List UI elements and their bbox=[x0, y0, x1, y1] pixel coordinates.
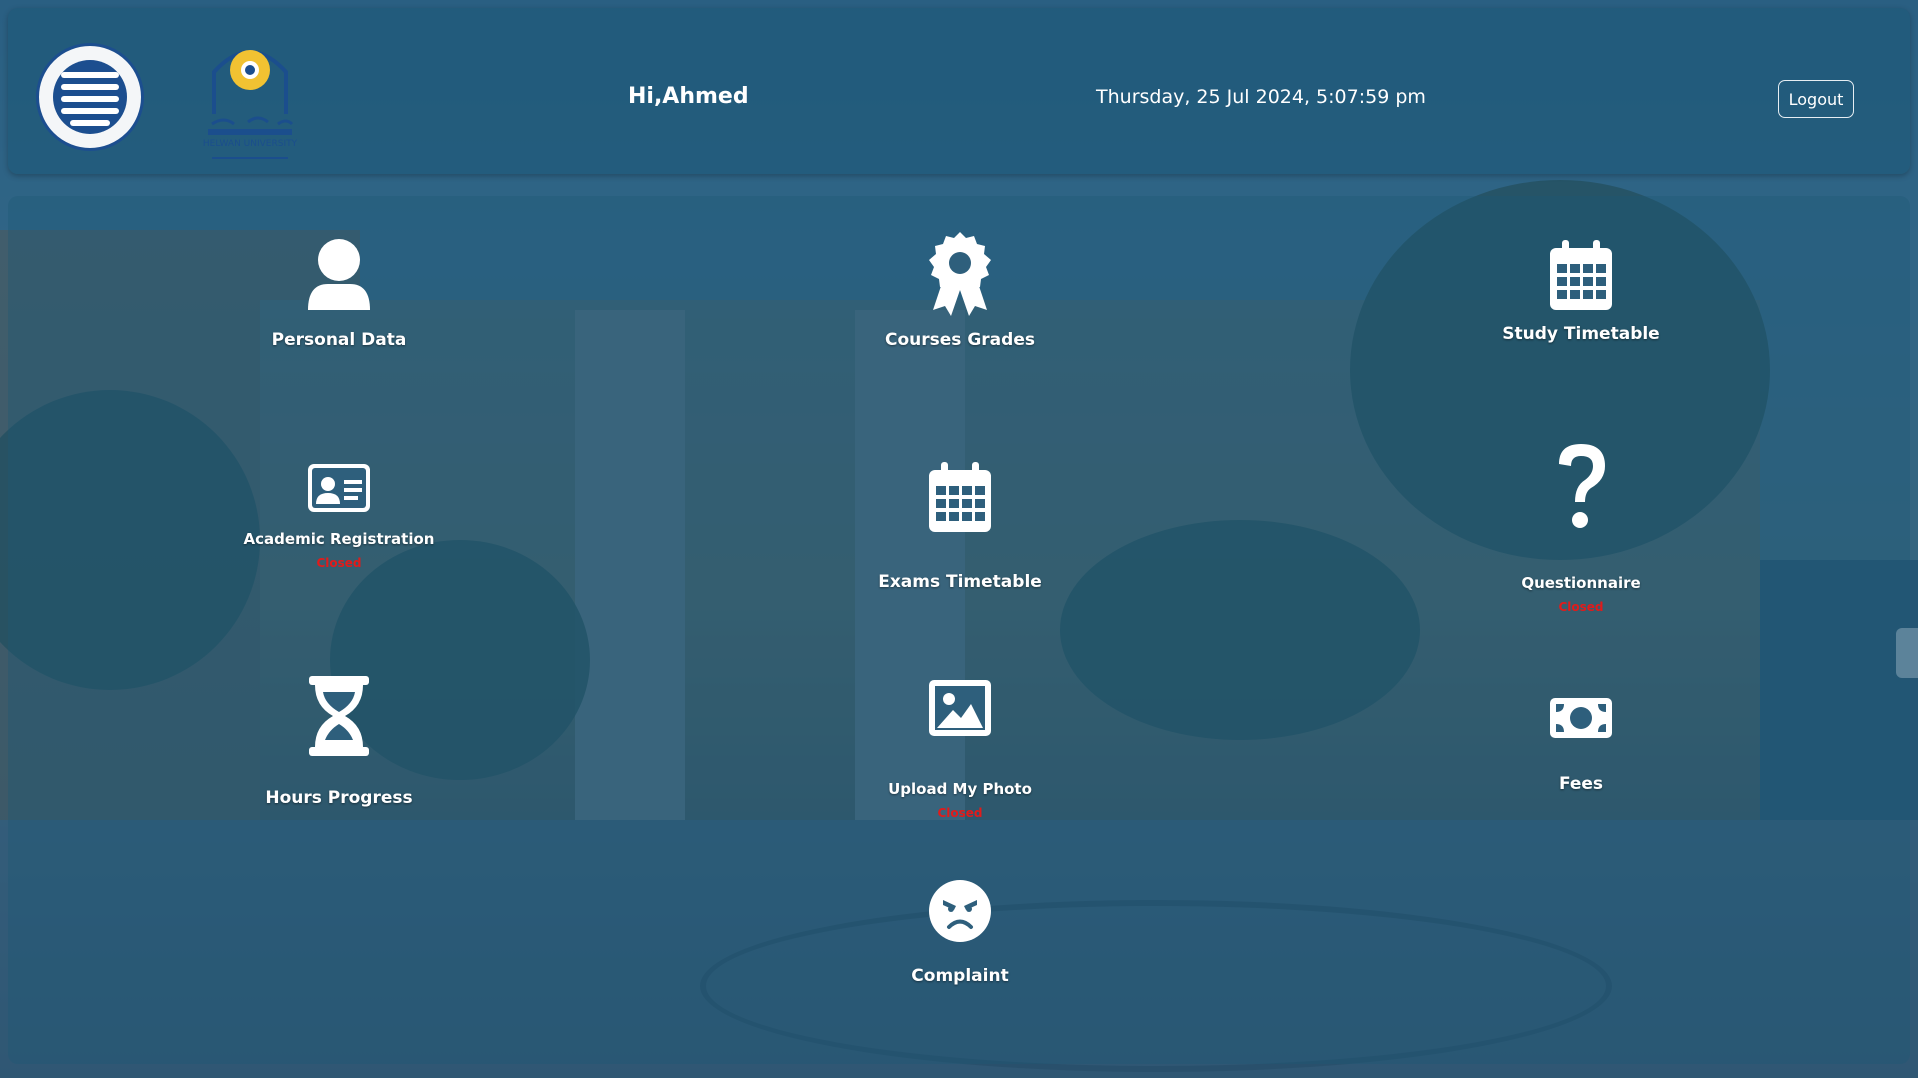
tile-label: Exams Timetable bbox=[878, 572, 1042, 592]
greeting-text: Hi,Ahmed bbox=[628, 84, 749, 109]
tile-courses-grades[interactable]: Courses Grades bbox=[810, 232, 1110, 350]
angry-face-icon bbox=[929, 880, 991, 942]
tile-hours-progress[interactable]: Hours Progress bbox=[189, 676, 489, 808]
helwan-university-logo: HELWAN UNIVERSITY bbox=[194, 36, 306, 166]
tile-questionnaire[interactable]: Questionnaire Closed bbox=[1431, 442, 1731, 614]
status-badge: Closed bbox=[1558, 600, 1604, 614]
tile-label: Questionnaire bbox=[1521, 574, 1641, 592]
id-card-icon bbox=[308, 464, 370, 512]
svg-text:HELWAN UNIVERSITY: HELWAN UNIVERSITY bbox=[203, 139, 298, 149]
tile-label: Personal Data bbox=[271, 330, 407, 350]
question-icon bbox=[1559, 444, 1605, 528]
tile-label: Complaint bbox=[911, 966, 1009, 986]
award-icon bbox=[929, 232, 991, 316]
tile-label: Courses Grades bbox=[885, 330, 1035, 350]
status-badge: Closed bbox=[937, 806, 983, 820]
tile-label: Hours Progress bbox=[265, 788, 413, 808]
tile-fees[interactable]: Fees bbox=[1431, 698, 1731, 794]
image-icon bbox=[929, 680, 991, 736]
tile-exams-timetable[interactable]: Exams Timetable bbox=[810, 462, 1110, 592]
tile-complaint[interactable]: Complaint bbox=[810, 880, 1110, 986]
side-panel-handle[interactable] bbox=[1896, 628, 1918, 678]
bis-logo bbox=[36, 43, 144, 151]
user-icon bbox=[308, 239, 370, 310]
tile-label: Academic Registration bbox=[243, 530, 435, 548]
tile-label: Study Timetable bbox=[1502, 324, 1660, 344]
tile-label: Fees bbox=[1558, 774, 1604, 794]
calendar-icon bbox=[1550, 240, 1612, 310]
money-icon bbox=[1550, 698, 1612, 738]
tile-study-timetable[interactable]: Study Timetable bbox=[1431, 240, 1731, 344]
tile-academic-registration[interactable]: Academic Registration Closed bbox=[189, 464, 489, 570]
status-badge: Closed bbox=[316, 556, 362, 570]
logout-button[interactable]: Logout bbox=[1778, 80, 1854, 118]
current-datetime: Thursday, 25 Jul 2024, 5:07:59 pm bbox=[1096, 86, 1426, 108]
calendar-icon bbox=[929, 462, 991, 532]
hourglass-icon bbox=[309, 676, 369, 756]
tile-label: Upload My Photo bbox=[888, 780, 1032, 798]
tile-upload-my-photo[interactable]: Upload My Photo Closed bbox=[810, 680, 1110, 820]
tile-personal-data[interactable]: Personal Data bbox=[189, 238, 489, 350]
top-header: HELWAN UNIVERSITY Hi,Ahmed Thursday, 25 … bbox=[8, 8, 1910, 174]
